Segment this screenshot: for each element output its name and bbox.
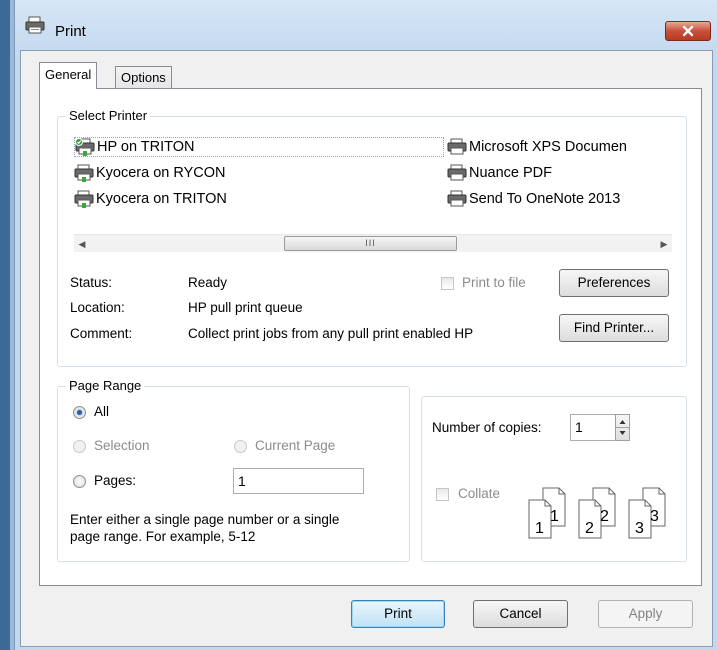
apply-button-label: Apply [628, 606, 663, 621]
scroll-left-arrow-icon[interactable]: ◀ [74, 235, 90, 253]
location-value: HP pull print queue [188, 300, 303, 315]
printer-item-nuance-pdf[interactable]: Nuance PDF [447, 163, 552, 183]
network-printer-icon [74, 164, 94, 182]
print-button[interactable]: Print [351, 600, 445, 628]
collate-label: Collate [458, 486, 501, 501]
network-printer-icon [74, 190, 94, 208]
select-printer-title: Select Printer [66, 108, 151, 123]
comment-label: Comment: [70, 326, 133, 341]
number-of-copies-label: Number of copies: [432, 420, 542, 435]
collate-pages-icon: 1 1 2 2 3 3 [528, 487, 666, 539]
scrollbar-thumb[interactable]: III [284, 236, 457, 251]
printer-name: Kyocera on RYCON [96, 165, 226, 181]
collate-page-number: 3 [650, 508, 659, 525]
tab-options[interactable]: Options [115, 66, 172, 90]
copies-input-value: 1 [575, 419, 583, 435]
page-range-hint-line1: Enter either a single page number or a s… [70, 512, 340, 527]
printer-item-hp-triton[interactable]: HP on TRITON [74, 137, 444, 157]
printer-item-xps[interactable]: Microsoft XPS Documen [447, 137, 675, 157]
collate-page-number: 2 [585, 520, 594, 537]
pages-input[interactable]: 1 [233, 468, 364, 494]
desktop-edge [0, 0, 10, 650]
cancel-button-label: Cancel [499, 606, 542, 621]
comment-value: Collect print jobs from any pull print e… [188, 326, 474, 341]
selection-label: Selection [94, 438, 150, 453]
collate-checkbox[interactable] [436, 488, 449, 501]
page-range-group: Page Range All Selection Current Page Pa… [57, 378, 410, 562]
print-button-label: Print [384, 606, 412, 621]
printer-name: Nuance PDF [469, 165, 553, 181]
all-label: All [94, 404, 110, 419]
printer-item-kyocera-rycon[interactable]: Kyocera on RYCON [74, 163, 225, 183]
scroll-right-arrow-icon[interactable]: ▶ [656, 235, 672, 253]
tab-general-label: General [45, 67, 92, 82]
tab-options-label: Options [121, 70, 166, 85]
selection-radio[interactable] [73, 440, 86, 453]
printer-icon [447, 138, 467, 156]
preferences-label: Preferences [577, 275, 651, 290]
current-page-label: Current Page [255, 438, 336, 453]
find-printer-label: Find Printer... [573, 320, 655, 335]
printer-name: Send To OneNote 2013 [469, 191, 621, 207]
print-to-file-checkbox[interactable] [441, 277, 454, 290]
printer-item-kyocera-triton[interactable]: Kyocera on TRITON [74, 189, 227, 209]
printer-list-scrollbar[interactable]: ◀ III ▶ [74, 234, 672, 252]
copies-input[interactable]: 1 [570, 414, 616, 441]
collate-page-number: 3 [635, 520, 644, 537]
printer-item-onenote[interactable]: Send To OneNote 2013 [447, 189, 620, 209]
default-printer-icon [75, 138, 95, 156]
page-range-hint-line2: page range. For example, 5-12 [70, 529, 256, 544]
select-printer-group: Select Printer HP on TRITON Kyocera on R… [57, 108, 687, 367]
close-icon [682, 25, 694, 37]
printer-icon [447, 190, 467, 208]
printer-name: Kyocera on TRITON [96, 191, 227, 207]
collate-page-number: 1 [550, 508, 559, 525]
cancel-button[interactable]: Cancel [473, 600, 568, 628]
copies-spinner[interactable] [615, 414, 630, 441]
printer-icon [447, 164, 467, 182]
pages-label: Pages: [94, 473, 137, 488]
spinner-arrows-icon [616, 420, 629, 435]
print-dialog: Print General Options Select Printer HP … [14, 0, 717, 650]
collate-page-number: 1 [535, 520, 544, 537]
pages-radio[interactable] [73, 475, 86, 488]
title-bar[interactable]: Print [15, 0, 717, 41]
current-page-radio[interactable] [234, 440, 247, 453]
preferences-button[interactable]: Preferences [559, 269, 669, 297]
printer-name: Microsoft XPS Documen [469, 139, 627, 155]
location-label: Location: [70, 300, 125, 315]
apply-button[interactable]: Apply [598, 600, 693, 628]
page-range-title: Page Range [66, 378, 145, 393]
print-to-file-label: Print to file [462, 275, 526, 290]
find-printer-button[interactable]: Find Printer... [559, 314, 669, 342]
tab-general[interactable]: General [39, 62, 98, 89]
collate-page-number: 2 [600, 508, 609, 525]
status-label: Status: [70, 275, 113, 290]
scroll-grip: III [365, 238, 376, 248]
copies-group: Number of copies: 1 Collate 1 1 2 2 3 3 [421, 396, 687, 562]
pages-input-value: 1 [238, 473, 246, 489]
printer-name: HP on TRITON [97, 139, 195, 155]
all-radio[interactable] [73, 406, 86, 419]
close-button[interactable] [665, 21, 711, 41]
window-title: Print [55, 23, 86, 40]
status-value: Ready [188, 275, 228, 290]
dialog-body: General Options Select Printer HP on TRI… [20, 50, 713, 647]
printer-icon [25, 16, 45, 34]
general-tab-panel: Select Printer HP on TRITON Kyocera on R… [39, 88, 702, 586]
